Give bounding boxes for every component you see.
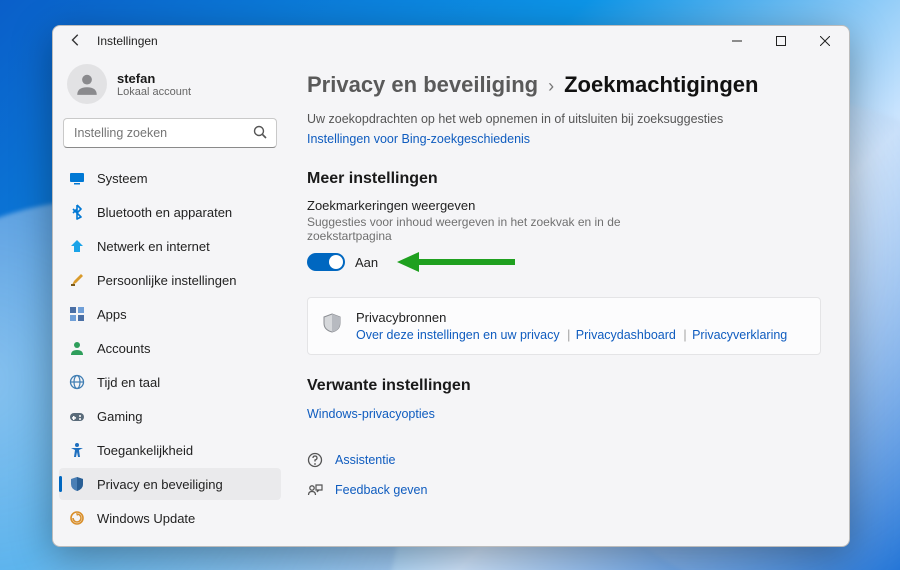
nav-item-label: Gaming bbox=[97, 409, 143, 424]
nav-item-label: Apps bbox=[97, 307, 127, 322]
nav-item-label: Systeem bbox=[97, 171, 148, 186]
footer-links: Assistentie Feedback geven bbox=[307, 445, 821, 505]
brush-icon bbox=[69, 272, 85, 288]
globe-icon bbox=[69, 374, 85, 390]
update-icon bbox=[69, 510, 85, 526]
nav-item-update[interactable]: Windows Update bbox=[59, 502, 281, 534]
search-icon bbox=[253, 125, 267, 139]
person-icon bbox=[69, 340, 85, 356]
privacy-resources-card: Privacybronnen Over deze instellingen en… bbox=[307, 297, 821, 355]
feedback-icon bbox=[307, 482, 323, 498]
nav-item-system[interactable]: Systeem bbox=[59, 162, 281, 194]
feedback-link[interactable]: Feedback geven bbox=[307, 475, 821, 505]
card-links: Over deze instellingen en uw privacy | P… bbox=[356, 328, 789, 342]
windows-privacy-options-link[interactable]: Windows-privacyopties bbox=[307, 407, 435, 421]
section-more-settings: Meer instellingen bbox=[307, 170, 821, 188]
intro-text: Uw zoekopdrachten op het web opnemen in … bbox=[307, 112, 727, 126]
privacy-about-link[interactable]: Over deze instellingen en uw privacy bbox=[356, 328, 560, 342]
account-block[interactable]: stefan Lokaal account bbox=[53, 64, 287, 118]
nav-item-globe[interactable]: Tijd en taal bbox=[59, 366, 281, 398]
gaming-icon bbox=[69, 408, 85, 424]
account-name: stefan bbox=[117, 71, 191, 86]
toggle-knob bbox=[329, 255, 343, 269]
titlebar: Instellingen bbox=[53, 26, 849, 56]
breadcrumb: Privacy en beveiliging › Zoekmachtiginge… bbox=[307, 72, 821, 98]
search-highlights-toggle[interactable] bbox=[307, 253, 345, 271]
nav-item-gaming[interactable]: Gaming bbox=[59, 400, 281, 432]
window-controls bbox=[715, 27, 847, 55]
account-type: Lokaal account bbox=[117, 86, 191, 98]
shield-icon bbox=[322, 312, 342, 334]
chevron-right-icon: › bbox=[548, 76, 554, 97]
nav-item-label: Tijd en taal bbox=[97, 375, 160, 390]
nav-item-bluetooth[interactable]: Bluetooth en apparaten bbox=[59, 196, 281, 228]
settings-window: Instellingen stefan Lokaal account bbox=[52, 25, 850, 547]
nav-item-label: Privacy en beveiliging bbox=[97, 477, 223, 492]
back-button[interactable] bbox=[67, 33, 85, 50]
nav-item-label: Persoonlijke instellingen bbox=[97, 273, 236, 288]
nav-item-label: Bluetooth en apparaten bbox=[97, 205, 232, 220]
system-icon bbox=[69, 170, 85, 186]
sidebar: stefan Lokaal account Systeem Bluetooth e… bbox=[53, 56, 287, 546]
setting-title: Zoekmarkeringen weergeven bbox=[307, 198, 821, 213]
close-button[interactable] bbox=[803, 27, 847, 55]
wifi-icon bbox=[69, 238, 85, 254]
toggle-state-label: Aan bbox=[355, 255, 378, 270]
app-title: Instellingen bbox=[97, 34, 158, 48]
minimize-button[interactable] bbox=[715, 27, 759, 55]
nav-item-label: Netwerk en internet bbox=[97, 239, 210, 254]
nav-item-label: Windows Update bbox=[97, 511, 195, 526]
breadcrumb-parent[interactable]: Privacy en beveiliging bbox=[307, 72, 538, 98]
search-input[interactable] bbox=[63, 118, 277, 148]
nav-item-brush[interactable]: Persoonlijke instellingen bbox=[59, 264, 281, 296]
maximize-button[interactable] bbox=[759, 27, 803, 55]
nav-item-shield[interactable]: Privacy en beveiliging bbox=[59, 468, 281, 500]
main-content: Privacy en beveiliging › Zoekmachtiginge… bbox=[287, 56, 849, 546]
annotation-arrow-icon bbox=[397, 247, 517, 277]
nav-item-accessibility[interactable]: Toegankelijkheid bbox=[59, 434, 281, 466]
apps-icon bbox=[69, 306, 85, 322]
bing-history-link[interactable]: Instellingen voor Bing-zoekgeschiedenis bbox=[307, 132, 530, 146]
nav-item-label: Accounts bbox=[97, 341, 150, 356]
nav-item-apps[interactable]: Apps bbox=[59, 298, 281, 330]
search-box bbox=[63, 118, 277, 148]
help-label: Assistentie bbox=[335, 453, 395, 467]
nav-list: Systeem Bluetooth en apparaten Netwerk en … bbox=[53, 158, 287, 546]
shield-icon bbox=[69, 476, 85, 492]
bluetooth-icon bbox=[69, 204, 85, 220]
help-link[interactable]: Assistentie bbox=[307, 445, 821, 475]
privacy-statement-link[interactable]: Privacyverklaring bbox=[692, 328, 787, 342]
breadcrumb-current: Zoekmachtigingen bbox=[564, 72, 758, 98]
nav-item-label: Toegankelijkheid bbox=[97, 443, 193, 458]
avatar bbox=[67, 64, 107, 104]
nav-item-person[interactable]: Accounts bbox=[59, 332, 281, 364]
card-title: Privacybronnen bbox=[356, 310, 789, 325]
help-icon bbox=[307, 452, 323, 468]
feedback-label: Feedback geven bbox=[335, 483, 427, 497]
section-related: Verwante instellingen bbox=[307, 377, 821, 395]
nav-item-wifi[interactable]: Netwerk en internet bbox=[59, 230, 281, 262]
setting-subtitle: Suggesties voor inhoud weergeven in het … bbox=[307, 215, 687, 243]
privacy-dashboard-link[interactable]: Privacydashboard bbox=[576, 328, 676, 342]
accessibility-icon bbox=[69, 442, 85, 458]
